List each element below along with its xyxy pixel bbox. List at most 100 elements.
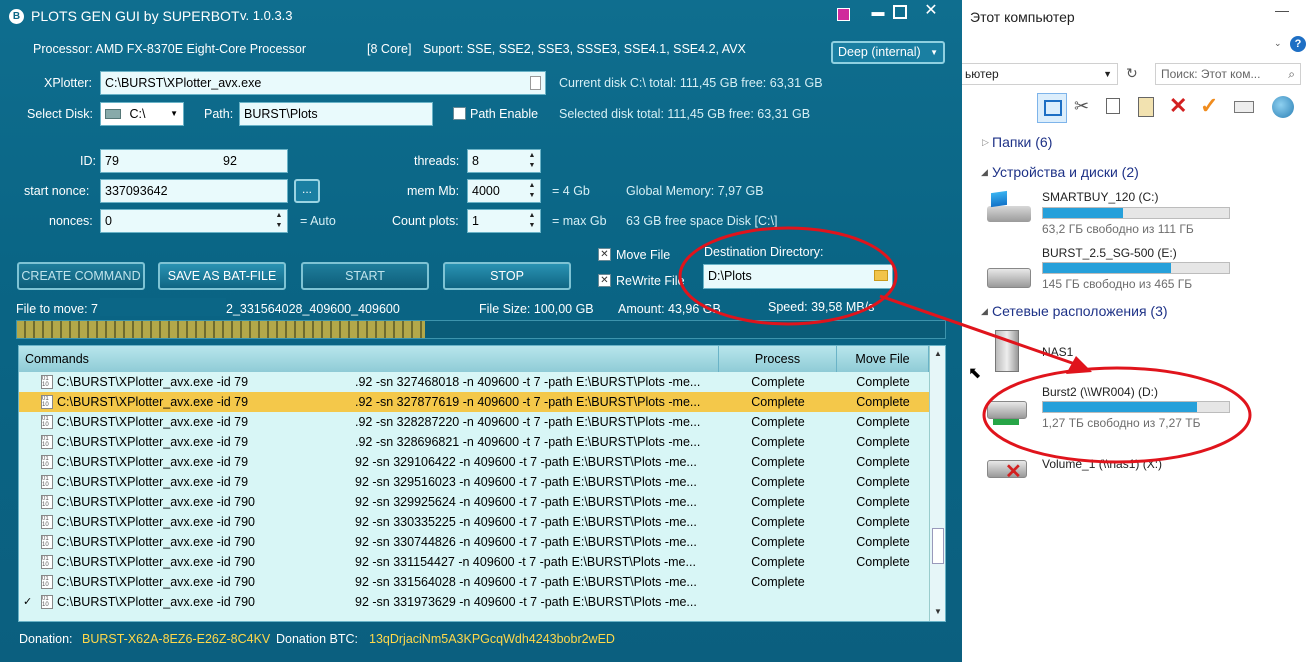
row-check[interactable] bbox=[23, 572, 37, 592]
table-row[interactable]: ✓ 01 10 C:\BURST\XPlotter_avx.exe -id 790 92… bbox=[19, 592, 929, 612]
spinner-icon[interactable]: ▲ ▼ bbox=[273, 211, 285, 231]
table-row[interactable]: 01 10 C:\BURST\XPlotter_avx.exe -id 79 .92 … bbox=[19, 412, 929, 432]
stop-button[interactable]: STOP bbox=[443, 262, 571, 290]
destination-input[interactable]: D:\Plots bbox=[703, 264, 893, 289]
table-row[interactable]: 01 10 C:\BURST\XPlotter_avx.exe -id 790 92 … bbox=[19, 572, 929, 592]
row-command: C:\BURST\XPlotter_avx.exe -id 79 bbox=[57, 435, 249, 449]
delete-icon[interactable]: ✕ bbox=[1169, 93, 1187, 119]
explorer-minimize-button[interactable]: — bbox=[1267, 2, 1297, 20]
row-move-file: Complete bbox=[856, 495, 910, 509]
chevron-down-icon[interactable]: ◢ bbox=[981, 306, 988, 317]
table-row[interactable]: 01 10 C:\BURST\XPlotter_avx.exe -id 790 92 … bbox=[19, 532, 929, 552]
nas1-name[interactable]: NAS1 bbox=[1042, 345, 1073, 359]
save-icon[interactable] bbox=[837, 8, 850, 21]
disk-select[interactable]: C:\ ▼ bbox=[100, 102, 184, 126]
create-command-button[interactable]: CREATE COMMAND bbox=[17, 262, 145, 290]
address-bar[interactable]: ьютер ▼ bbox=[962, 63, 1118, 85]
scroll-thumb[interactable] bbox=[932, 528, 944, 564]
network-globe-icon[interactable] bbox=[1272, 96, 1294, 118]
nonce-browse-button[interactable]: ... bbox=[294, 179, 320, 203]
table-row[interactable]: 01 10 C:\BURST\XPlotter_avx.exe -id 790 92 … bbox=[19, 492, 929, 512]
table-row[interactable]: 01 10 C:\BURST\XPlotter_avx.exe -id 79 .92 … bbox=[19, 372, 929, 392]
paste-icon[interactable] bbox=[1138, 97, 1154, 117]
folders-section[interactable]: Папки (6) bbox=[992, 134, 1052, 150]
row-check[interactable] bbox=[23, 392, 37, 412]
disk-select-value: C:\ bbox=[129, 107, 146, 121]
mode-select[interactable]: Deep (internal) ▼ bbox=[831, 41, 945, 64]
devices-section[interactable]: Устройства и диски (2) bbox=[992, 164, 1139, 180]
rewrite-file-checkbox[interactable]: ✕ bbox=[598, 274, 611, 287]
row-check[interactable] bbox=[23, 492, 37, 512]
row-move-file: Complete bbox=[856, 375, 910, 389]
search-box[interactable]: Поиск: Этот ком... ⌕ bbox=[1155, 63, 1301, 85]
table-row[interactable]: 01 10 C:\BURST\XPlotter_avx.exe -id 79 92 -… bbox=[19, 452, 929, 472]
chevron-right-icon[interactable]: ▷ bbox=[982, 137, 989, 148]
table-row[interactable]: 01 10 C:\BURST\XPlotter_avx.exe -id 790 92 … bbox=[19, 552, 929, 572]
xplotter-path-input[interactable]: C:\BURST\XPlotter_avx.exe bbox=[100, 71, 546, 95]
table-row[interactable]: 01 10 C:\BURST\XPlotter_avx.exe -id 790 92 … bbox=[19, 512, 929, 532]
commands-table[interactable]: Commands Process Move File 01 10 C:\BURST\… bbox=[18, 345, 946, 622]
mem-input[interactable]: 4000 ▲ ▼ bbox=[467, 179, 541, 203]
network-section[interactable]: Сетевые расположения (3) bbox=[992, 303, 1168, 319]
row-check[interactable] bbox=[23, 512, 37, 532]
spinner-icon[interactable]: ▲ ▼ bbox=[526, 211, 538, 231]
help-icon[interactable]: ? bbox=[1290, 36, 1306, 52]
row-check[interactable] bbox=[23, 472, 37, 492]
scroll-down-icon[interactable]: ▼ bbox=[934, 607, 942, 616]
spinner-icon[interactable]: ▲ ▼ bbox=[526, 151, 538, 171]
id-input[interactable]: 79 92 bbox=[100, 149, 288, 173]
file-browse-icon[interactable] bbox=[530, 76, 541, 90]
drive-c-name[interactable]: SMARTBUY_120 (C:) bbox=[1042, 190, 1158, 204]
column-commands[interactable]: Commands bbox=[19, 346, 719, 372]
move-file-checkbox[interactable]: ✕ bbox=[598, 248, 611, 261]
window-title: PLOTS GEN GUI by SUPERBOT bbox=[31, 8, 240, 24]
donation-btc-address[interactable]: 13qDrjaciNm5A3KPGcqWdh4243bobr2wED bbox=[369, 632, 615, 646]
spinner-icon[interactable]: ▲ ▼ bbox=[526, 181, 538, 201]
folder-icon[interactable] bbox=[874, 270, 888, 281]
chevron-down-icon[interactable]: ◢ bbox=[981, 167, 988, 178]
plots-gen-window: B PLOTS GEN GUI by SUPERBOT v. 1.0.3.3 ▬… bbox=[0, 0, 962, 662]
burst2-name[interactable]: Burst2 (\\WR004) (D:) bbox=[1042, 385, 1158, 399]
nonces-input[interactable]: 0 ▲ ▼ bbox=[100, 209, 288, 233]
rename-icon[interactable] bbox=[1234, 101, 1254, 113]
table-row[interactable]: 01 10 C:\BURST\XPlotter_avx.exe -id 79 92 -… bbox=[19, 472, 929, 492]
count-note: = max Gb bbox=[552, 214, 607, 228]
start-nonce-input[interactable]: 337093642 bbox=[100, 179, 288, 203]
donation-burst-address[interactable]: BURST-X62A-8EZ6-E26Z-8C4KV bbox=[82, 632, 270, 646]
column-process[interactable]: Process bbox=[719, 346, 837, 372]
chevron-down-icon[interactable]: ⌄ bbox=[1274, 38, 1282, 49]
cut-icon[interactable]: ✂ bbox=[1074, 96, 1089, 117]
checkmark-icon[interactable]: ✓ bbox=[1200, 93, 1218, 119]
close-button[interactable]: ✕ bbox=[922, 2, 940, 20]
threads-input[interactable]: 8 ▲ ▼ bbox=[467, 149, 541, 173]
row-check[interactable] bbox=[23, 552, 37, 572]
count-plots-input[interactable]: 1 ▲ ▼ bbox=[467, 209, 541, 233]
path-enable-checkbox[interactable] bbox=[453, 107, 466, 120]
row-check[interactable] bbox=[23, 372, 37, 392]
scroll-up-icon[interactable]: ▲ bbox=[934, 349, 942, 358]
start-button[interactable]: START bbox=[301, 262, 429, 290]
chevron-down-icon[interactable]: ▼ bbox=[1103, 64, 1112, 84]
drive-e-name[interactable]: BURST_2.5_SG-500 (E:) bbox=[1042, 246, 1177, 260]
row-args: 92 -sn 331973629 -n 409600 -t 7 -path E:… bbox=[355, 595, 697, 609]
copy-icon[interactable] bbox=[1106, 98, 1120, 114]
row-check[interactable]: ✓ bbox=[23, 592, 37, 612]
refresh-icon[interactable]: ↻ bbox=[1126, 65, 1138, 82]
command-file-icon: 01 10 bbox=[41, 495, 53, 509]
row-check[interactable] bbox=[23, 432, 37, 452]
row-check[interactable] bbox=[23, 452, 37, 472]
path-input[interactable]: BURST\Plots bbox=[239, 102, 433, 126]
table-scrollbar[interactable]: ▲ ▼ bbox=[929, 346, 945, 621]
column-move-file[interactable]: Move File bbox=[837, 346, 929, 372]
row-check[interactable] bbox=[23, 412, 37, 432]
save-as-bat-button[interactable]: SAVE AS BAT-FILE bbox=[158, 262, 286, 290]
drive-c-usage-fill bbox=[1043, 208, 1123, 218]
volume1-name[interactable]: Volume_1 (\\nas1) (X:) bbox=[1042, 457, 1162, 471]
row-check[interactable] bbox=[23, 532, 37, 552]
minimize-button[interactable]: ▬ bbox=[870, 5, 886, 19]
search-icon[interactable]: ⌕ bbox=[1288, 64, 1295, 84]
table-row[interactable]: 01 10 C:\BURST\XPlotter_avx.exe -id 79 .92 … bbox=[19, 432, 929, 452]
table-row[interactable]: 01 10 C:\BURST\XPlotter_avx.exe -id 79 .92 … bbox=[19, 392, 929, 412]
maximize-button[interactable] bbox=[893, 5, 907, 19]
layout-icon[interactable] bbox=[1037, 93, 1067, 123]
